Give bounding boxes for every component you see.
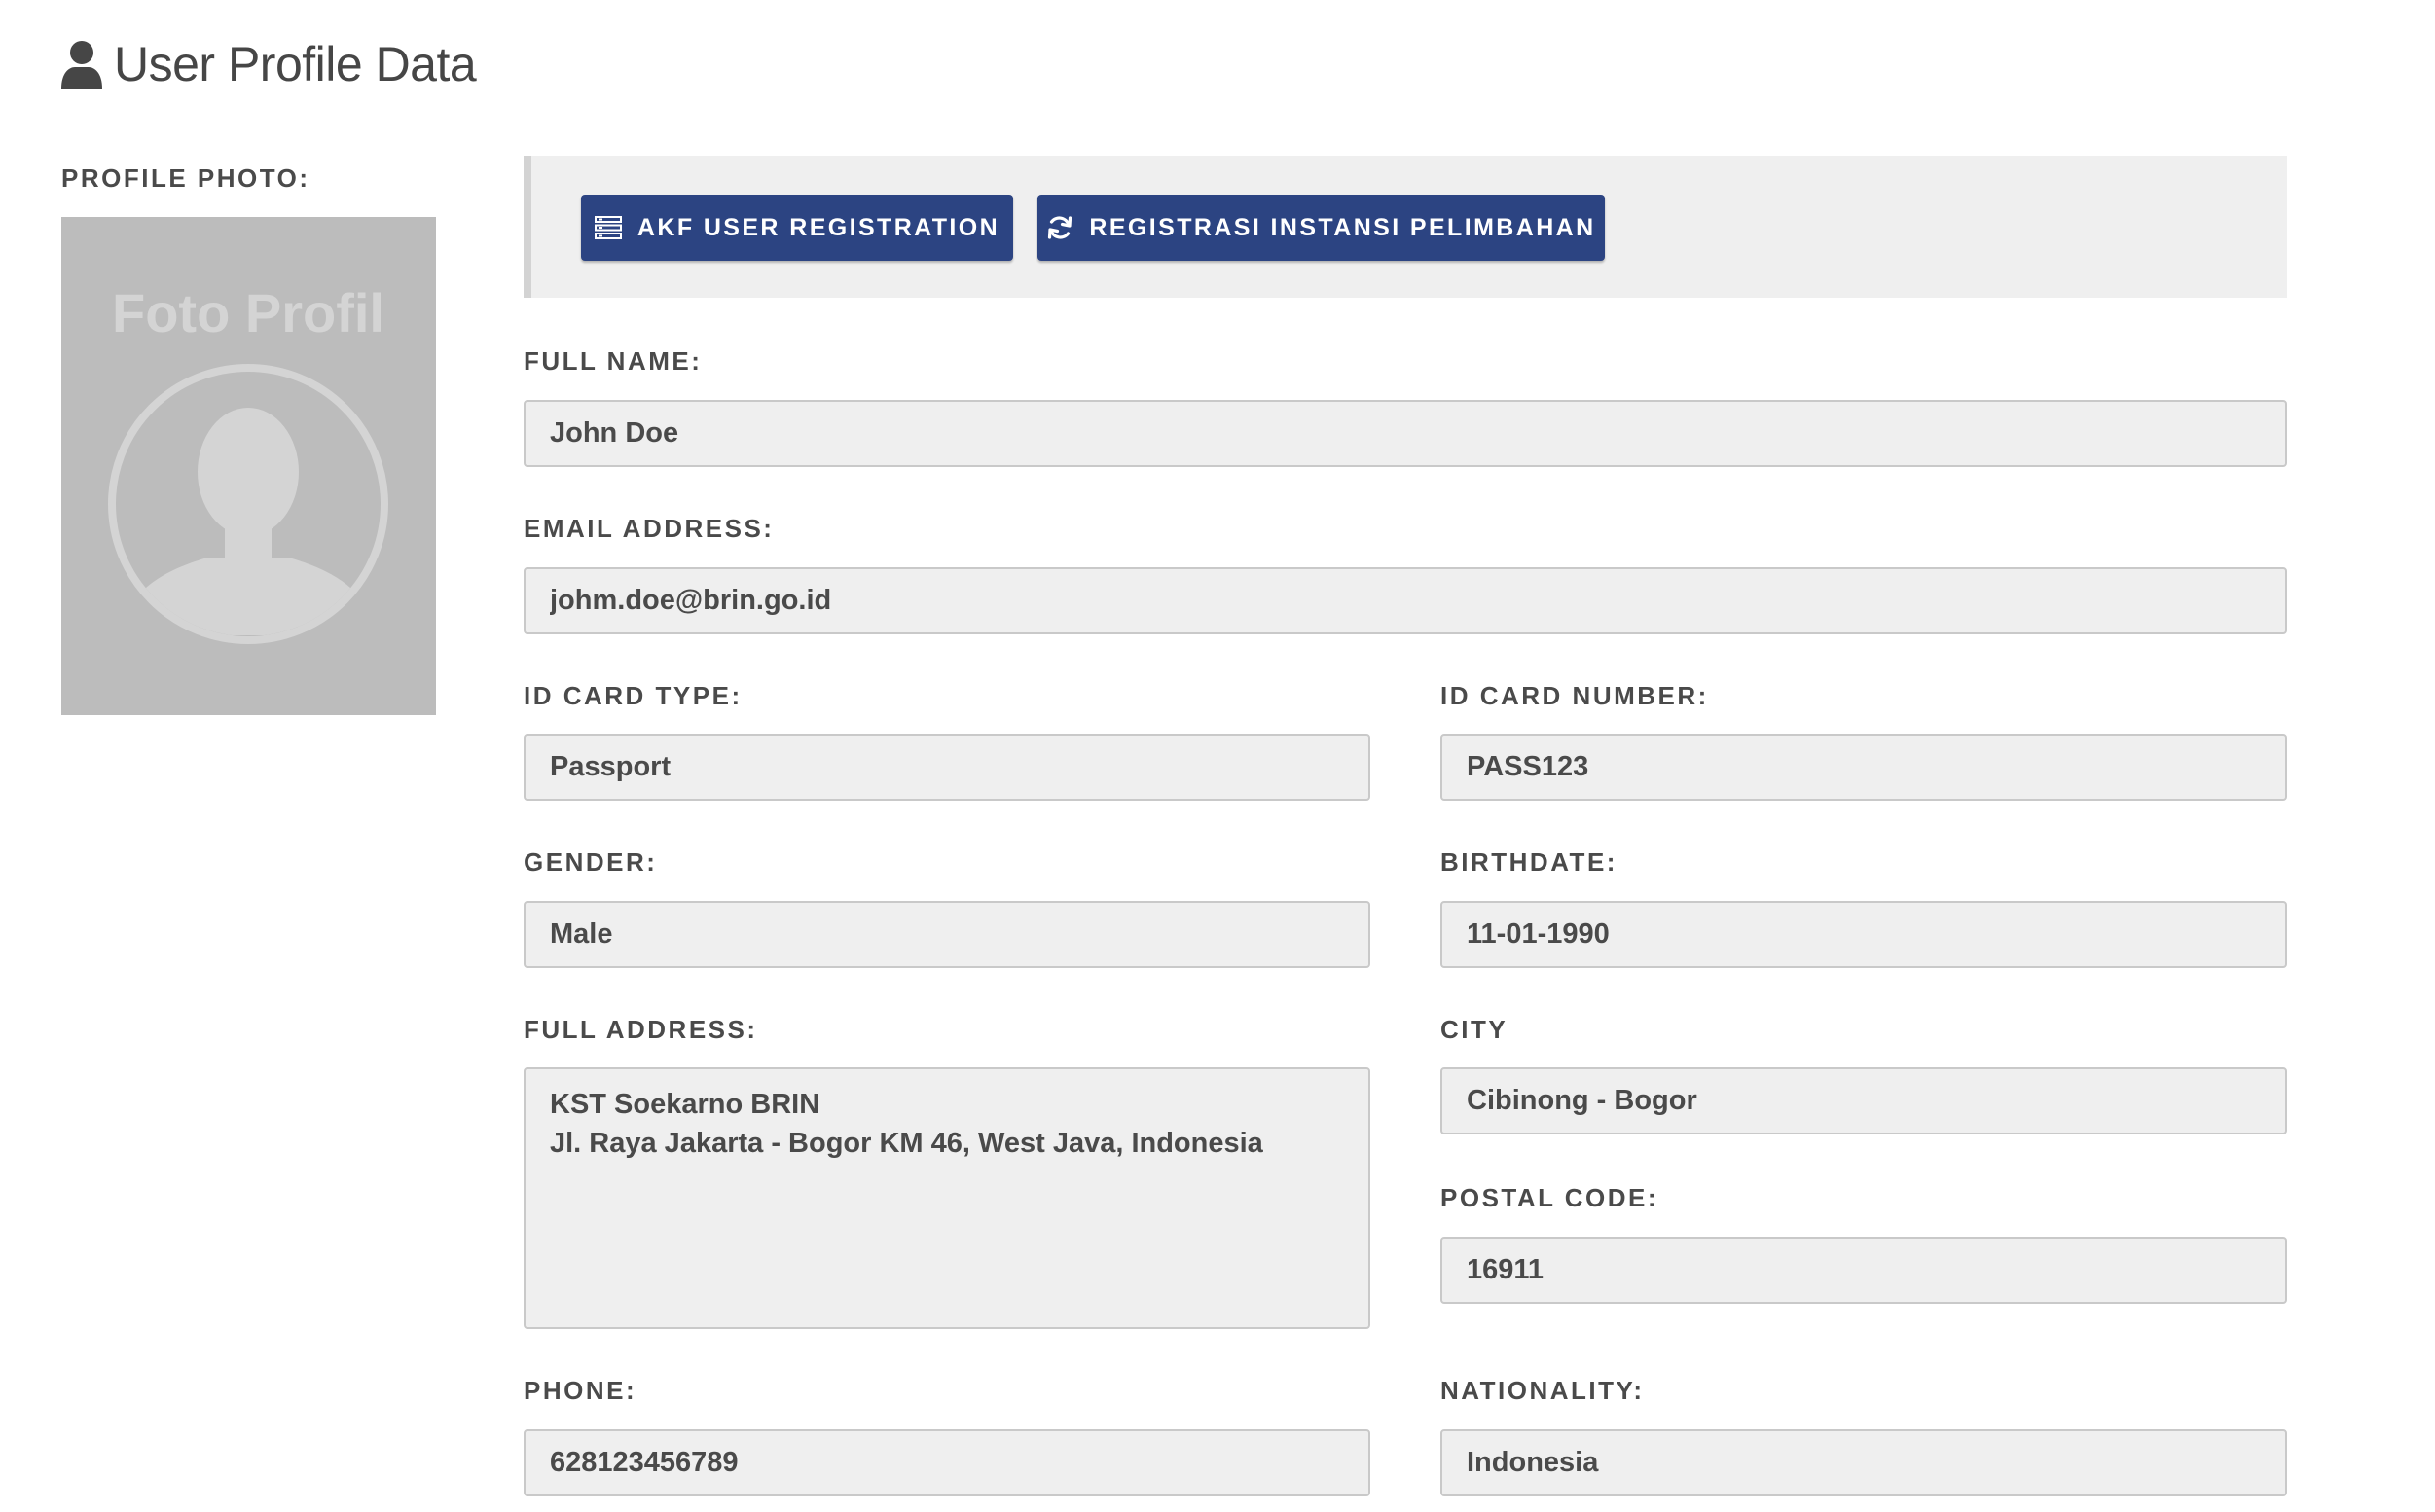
city-field[interactable]	[1440, 1067, 2287, 1134]
refresh-icon	[1046, 214, 1073, 241]
akf-user-registration-button[interactable]: AKF USER REGISTRATION	[581, 195, 1013, 261]
page-title: User Profile Data	[61, 33, 477, 95]
birthdate-label: BIRTHDATE:	[1440, 847, 1617, 877]
profile-photo: Foto Profil	[61, 217, 436, 715]
nationality-label: NATIONALITY:	[1440, 1376, 1645, 1405]
full-address-field[interactable]: KST Soekarno BRIN Jl. Raya Jakarta - Bog…	[524, 1067, 1370, 1329]
id-card-type-label: ID CARD TYPE:	[524, 681, 743, 710]
user-icon	[61, 40, 102, 89]
profile-photo-placeholder-text: Foto Profil	[112, 282, 384, 343]
id-card-type-field[interactable]	[524, 734, 1370, 801]
postal-code-field[interactable]	[1440, 1237, 2287, 1304]
phone-field[interactable]	[524, 1429, 1370, 1496]
gender-label: GENDER:	[524, 847, 658, 877]
gender-field[interactable]	[524, 901, 1370, 968]
id-card-number-label: ID CARD NUMBER:	[1440, 681, 1709, 710]
full-name-field[interactable]	[524, 400, 2287, 467]
birthdate-field[interactable]	[1440, 901, 2287, 968]
avatar-silhouette-icon	[108, 364, 388, 644]
full-name-label: FULL NAME:	[524, 346, 703, 376]
postal-code-label: POSTAL CODE:	[1440, 1183, 1659, 1212]
registrasi-instansi-pelimbahan-label: REGISTRASI INSTANSI PELIMBAHAN	[1089, 213, 1596, 241]
akf-user-registration-label: AKF USER REGISTRATION	[636, 213, 1000, 241]
action-bar: AKF USER REGISTRATION REGISTRASI INSTANS…	[524, 156, 2287, 298]
full-address-label: FULL ADDRESS:	[524, 1015, 758, 1044]
id-card-number-field[interactable]	[1440, 734, 2287, 801]
email-address-label: EMAIL ADDRESS:	[524, 514, 775, 543]
registrasi-instansi-pelimbahan-button[interactable]: REGISTRASI INSTANSI PELIMBAHAN	[1037, 195, 1605, 261]
profile-photo-label: PROFILE PHOTO:	[61, 163, 310, 193]
list-icon	[594, 214, 622, 241]
email-address-field[interactable]	[524, 567, 2287, 634]
city-label: CITY	[1440, 1015, 1508, 1044]
nationality-field[interactable]	[1440, 1429, 2287, 1496]
page-title-text: User Profile Data	[114, 37, 477, 91]
phone-label: PHONE:	[524, 1376, 637, 1405]
